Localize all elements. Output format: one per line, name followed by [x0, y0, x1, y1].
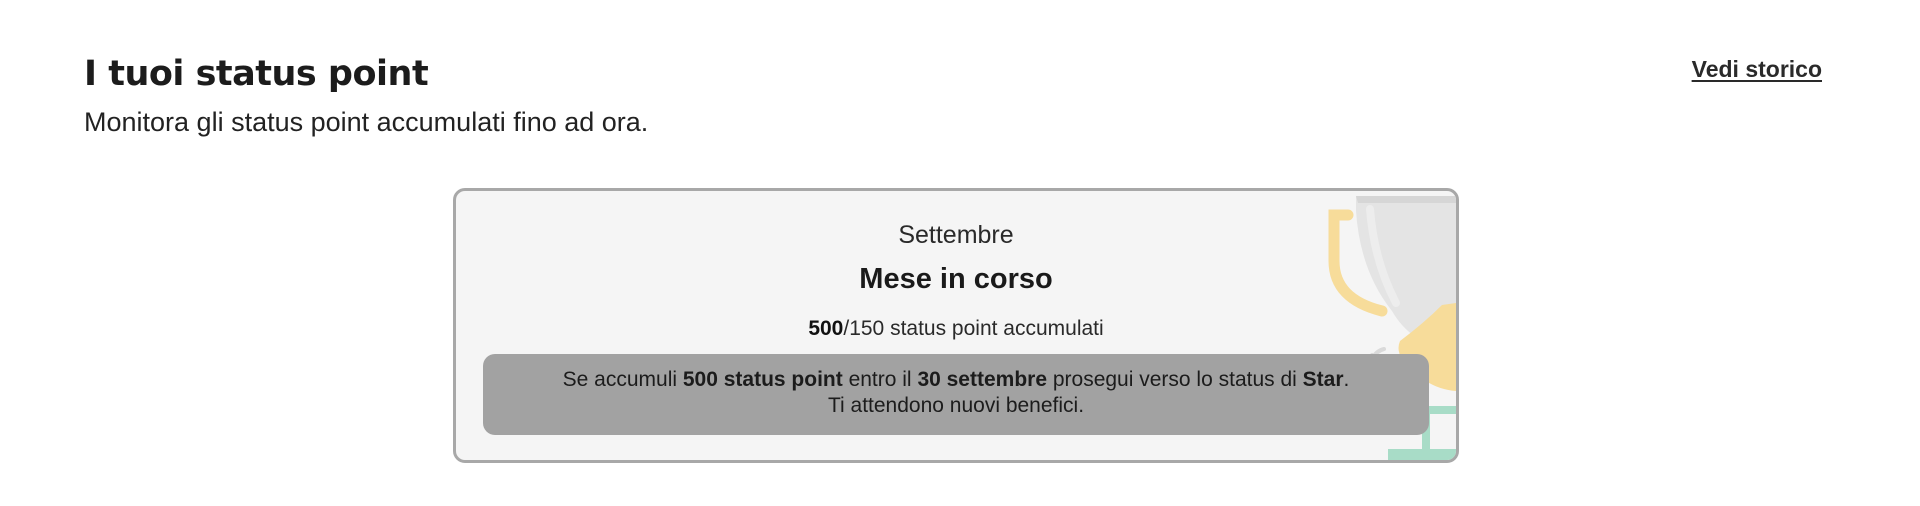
- card-content: Settembre Mese in corso 500/150 status p…: [456, 191, 1456, 343]
- notice-middle: entro il: [842, 368, 918, 391]
- page-title: I tuoi status point: [84, 54, 429, 94]
- notice-points-target: 500 status point: [682, 368, 843, 391]
- period-label: Mese in corso: [859, 263, 1053, 295]
- notice-deadline: 30 settembre: [917, 368, 1048, 391]
- status-points-card: Settembre Mese in corso 500/150 status p…: [453, 188, 1459, 463]
- points-current-value: 500: [808, 317, 844, 340]
- points-suffix-text: /150 status point accumulati: [843, 317, 1104, 340]
- notice-end: .: [1343, 368, 1350, 391]
- notice-line-1: Se accumuli 500 status point entro il 30…: [483, 367, 1429, 393]
- notice-line-2: Ti attendono nuovi benefici.: [827, 394, 1085, 417]
- month-label: Settembre: [898, 221, 1014, 249]
- view-history-link[interactable]: Vedi storico: [1692, 56, 1822, 83]
- notice-prefix: Se accumuli: [562, 368, 683, 391]
- status-points-header: I tuoi status point Monitora gli status …: [84, 48, 1844, 142]
- page-subtitle: Monitora gli status point accumulati fin…: [84, 107, 649, 137]
- notice-after: prosegui verso lo status di: [1047, 368, 1303, 391]
- notice-next-status: Star: [1302, 368, 1344, 391]
- points-accumulated: 500/150 status point accumulati: [456, 315, 1456, 343]
- status-goal-notice: Se accumuli 500 status point entro il 30…: [483, 354, 1429, 435]
